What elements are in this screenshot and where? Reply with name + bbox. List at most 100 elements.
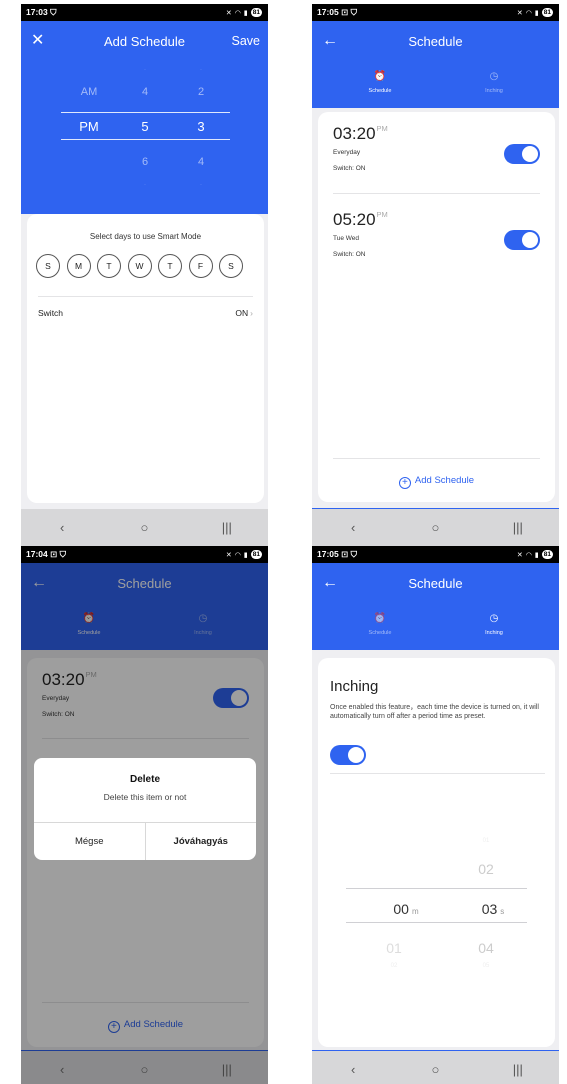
cancel-button[interactable]: Mégse xyxy=(34,823,145,860)
inching-card: Inching Once enabled this feature，each t… xyxy=(318,658,555,1047)
back-nav-icon[interactable]: ‹ xyxy=(333,520,373,535)
divider xyxy=(330,773,545,774)
schedule-ampm: PM xyxy=(376,210,388,219)
minute-selected[interactable]: 3 xyxy=(181,119,221,134)
divider xyxy=(333,193,540,194)
schedule-switch: Switch: ON xyxy=(333,165,366,172)
battery-icon: 81 xyxy=(541,550,553,559)
home-nav-icon[interactable]: ○ xyxy=(415,1062,455,1077)
schedule-ampm: PM xyxy=(376,124,388,133)
tab-label: Schedule xyxy=(368,88,392,94)
mute-icon: ✕ xyxy=(225,9,232,17)
minute-option[interactable]: 01 xyxy=(376,940,412,956)
tab-schedule[interactable]: ⏰ Schedule xyxy=(340,613,420,636)
status-bar: 17:05 ⊡ ⛉ ✕ ◠ ▮ 81 xyxy=(312,4,559,21)
picker-line-top xyxy=(346,888,527,889)
inching-screen: 17:05 ⊡ ⛉ ✕ ◠ ▮ 81 ← Schedule ⏰ Schedule ◷ … xyxy=(312,546,559,1084)
system-nav-bar: ‹ ○ ||| xyxy=(21,509,268,546)
tab-schedule[interactable]: ⏰ Schedule xyxy=(340,71,420,94)
day-wednesday[interactable]: W xyxy=(127,254,152,278)
mute-icon: ✕ xyxy=(516,551,523,559)
day-monday[interactable]: M xyxy=(66,254,91,278)
wifi-icon: ◠ xyxy=(234,9,241,17)
hour-option[interactable]: 4 xyxy=(125,86,165,98)
inching-description: Once enabled this feature，each time the … xyxy=(330,704,539,720)
inching-toggle[interactable] xyxy=(330,745,366,765)
save-button[interactable]: Save xyxy=(232,34,261,48)
battery-icon: 81 xyxy=(250,8,262,17)
ampm-option[interactable]: AM xyxy=(69,86,109,98)
page-title: Schedule xyxy=(408,576,463,591)
home-nav-icon[interactable]: ○ xyxy=(124,1062,164,1077)
hour-selected[interactable]: 5 xyxy=(125,119,165,134)
status-bar: 17:04 ⊡ ⛉ ✕ ◠ ▮ 81 xyxy=(21,546,268,563)
status-time: 17:05 xyxy=(317,549,339,559)
list-item[interactable]: 05:20PM Tue Wed Switch: ON xyxy=(333,198,540,278)
recents-nav-icon[interactable]: ||| xyxy=(207,520,247,535)
day-sunday[interactable]: S xyxy=(36,254,60,278)
second-option[interactable]: 02 xyxy=(468,861,504,877)
add-schedule-button[interactable]: + Add Schedule xyxy=(318,475,555,489)
mute-icon: ✕ xyxy=(225,551,232,559)
battery-icon: 81 xyxy=(541,8,553,17)
day-saturday[interactable]: S xyxy=(219,254,243,278)
day-thursday[interactable]: T xyxy=(158,254,182,278)
wifi-icon: ◠ xyxy=(525,9,532,17)
wifi-icon: ◠ xyxy=(234,551,241,559)
picker-line-bottom xyxy=(61,139,230,140)
schedule-time: 03:20 xyxy=(333,124,376,143)
schedule-time: 05:20 xyxy=(333,210,376,229)
back-nav-icon[interactable]: ‹ xyxy=(42,520,82,535)
confirm-button[interactable]: Jóváhagyás xyxy=(144,823,257,860)
signal-icon: ▮ xyxy=(534,551,539,559)
status-time: 17:03 xyxy=(26,7,48,17)
screenshot-icon: ⊡ xyxy=(341,549,349,559)
second-option[interactable]: 04 xyxy=(468,940,504,956)
day-tuesday[interactable]: T xyxy=(97,254,121,278)
recents-nav-icon[interactable]: ||| xyxy=(207,1062,247,1077)
dialog-message: Delete this item or not xyxy=(103,792,187,802)
shield-icon: ⛉ xyxy=(59,549,67,559)
list-item[interactable]: 03:20PM Everyday Switch: ON xyxy=(333,112,540,192)
recents-nav-icon[interactable]: ||| xyxy=(498,1062,538,1077)
home-nav-icon[interactable]: ○ xyxy=(124,520,164,535)
status-bar: 17:05 ⊡ ⛉ ✕ ◠ ▮ 81 xyxy=(312,546,559,563)
tab-label: Schedule xyxy=(368,630,392,636)
schedule-screen: 17:05 ⊡ ⛉ ✕ ◠ ▮ 81 ← Schedule ⏰ Schedule ◷ … xyxy=(312,4,559,546)
status-time: 17:05 xyxy=(317,7,339,17)
recents-nav-icon[interactable]: ||| xyxy=(498,520,538,535)
tab-label: Inching xyxy=(485,630,503,636)
switch-row[interactable]: Switch ON › xyxy=(38,308,253,318)
screenshot-icon: ⊡ xyxy=(50,549,58,559)
back-nav-icon[interactable]: ‹ xyxy=(42,1062,82,1077)
back-nav-icon[interactable]: ‹ xyxy=(333,1062,373,1077)
switch-label: Switch xyxy=(38,308,64,318)
ampm-selected[interactable]: PM xyxy=(69,119,109,134)
days-title: Select days to use Smart Mode xyxy=(89,232,202,241)
shield-icon: ⛉ xyxy=(350,7,358,17)
days-card: Select days to use Smart Mode S M T W T … xyxy=(27,214,264,503)
delete-dialog: Delete Delete this item or not Mégse Jóv… xyxy=(34,758,256,860)
hour-option[interactable]: 6 xyxy=(125,156,165,168)
schedule-toggle[interactable] xyxy=(504,144,540,164)
minute-option[interactable]: 2 xyxy=(181,86,221,98)
tab-inching[interactable]: ◷ Inching xyxy=(454,71,534,94)
schedule-toggle[interactable] xyxy=(504,230,540,250)
second-selected[interactable]: 03 s xyxy=(468,901,518,917)
home-nav-icon[interactable]: ○ xyxy=(415,520,455,535)
schedule-switch: Switch: ON xyxy=(333,251,366,258)
minute-selected[interactable]: 00 m xyxy=(376,901,436,917)
clock-icon: ◷ xyxy=(489,71,499,82)
dialog-title: Delete xyxy=(129,774,160,785)
day-friday[interactable]: F xyxy=(188,254,213,278)
signal-icon: ▮ xyxy=(243,9,248,17)
switch-value: ON xyxy=(235,308,249,318)
schedule-days: Everyday xyxy=(333,149,361,156)
time-picker[interactable]: AM PM · 4 5 6 · · 2 3 4 · xyxy=(21,64,268,224)
add-schedule-label: Add Schedule xyxy=(414,475,475,486)
alarm-clock-icon: ⏰ xyxy=(373,71,387,82)
minute-option[interactable]: 4 xyxy=(181,156,221,168)
tab-inching[interactable]: ◷ Inching xyxy=(454,613,534,636)
picker-line-top xyxy=(61,112,230,113)
header: ← Schedule xyxy=(312,21,559,65)
